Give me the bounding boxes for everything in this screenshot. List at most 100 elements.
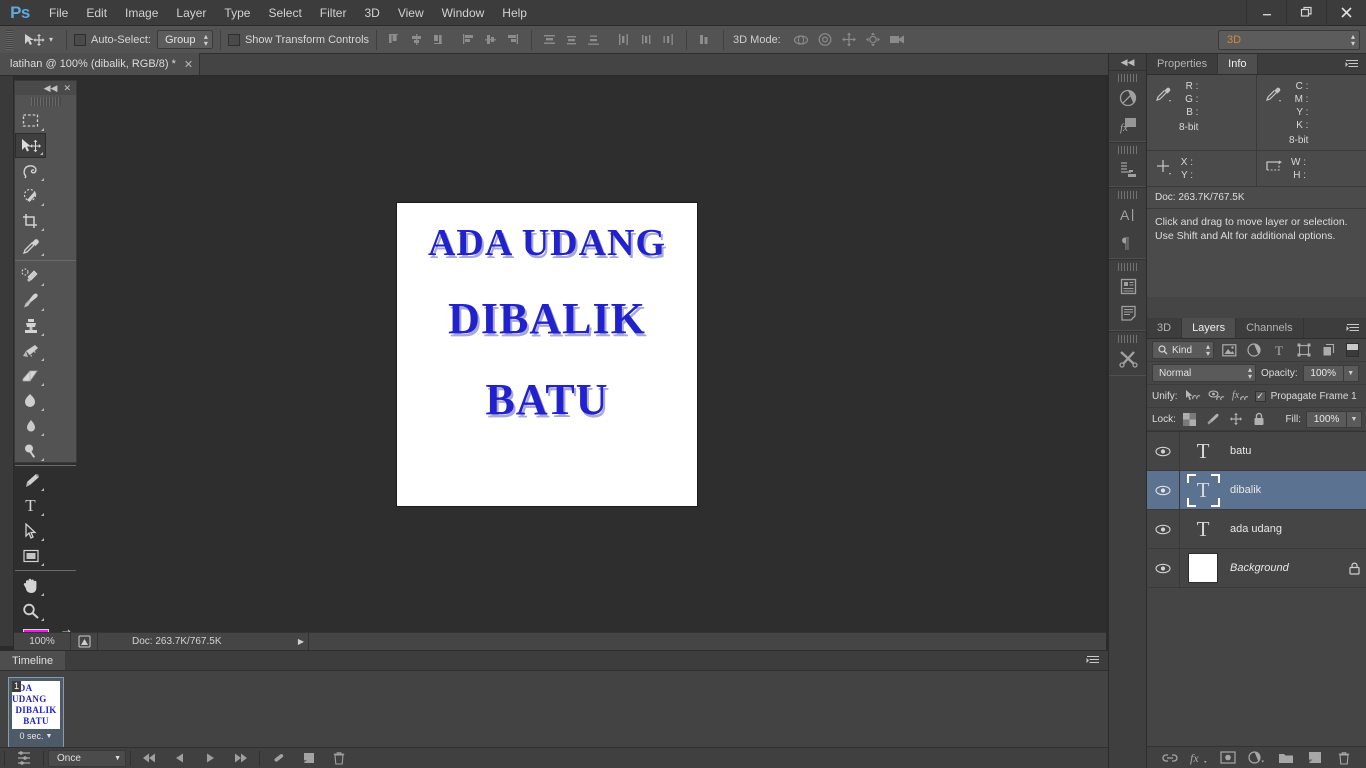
tool-move[interactable]	[15, 133, 46, 158]
minimize-button[interactable]	[1246, 0, 1286, 26]
tween-frames-button[interactable]	[264, 748, 294, 768]
menu-image[interactable]: Image	[116, 2, 167, 24]
align-horizontal-centers-button[interactable]	[406, 30, 428, 50]
tool-clone-stamp[interactable]	[15, 313, 46, 338]
new-layer-button[interactable]	[1302, 747, 1329, 768]
animation-frame-1[interactable]: 1 ADA UDANG DIBALIK BATU 0 sec. ▼	[8, 677, 64, 748]
tool-horizontal-type[interactable]: T	[15, 493, 46, 518]
tab-info[interactable]: Info	[1218, 54, 1258, 74]
tool-crop[interactable]	[15, 208, 46, 233]
history-icon[interactable]	[1109, 156, 1147, 183]
auto-select-scope-select[interactable]: Group ▴ ▾	[156, 30, 213, 49]
unify-visibility-icon[interactable]	[1207, 389, 1226, 403]
adjustments-icon[interactable]	[1109, 84, 1147, 111]
artboard[interactable]: ADA UDANG DIBALIK BATU	[397, 203, 697, 506]
3d-slide-icon[interactable]	[861, 30, 885, 50]
align-vertical-centers-button[interactable]	[480, 30, 502, 50]
pixel-layers-filter-icon[interactable]	[1219, 343, 1239, 357]
timeline-panel-menu-icon[interactable]	[1078, 651, 1108, 670]
layer-thumbnail[interactable]	[1180, 549, 1226, 588]
tool-quick-selection[interactable]	[15, 183, 46, 208]
layer-thumbnail[interactable]: T	[1180, 510, 1226, 549]
show-transform-controls-checkbox[interactable]	[227, 33, 240, 46]
distribute-horizontal-centers-button[interactable]	[635, 30, 657, 50]
layer-kind-filter-select[interactable]: Kind ▴ ▾	[1152, 341, 1214, 359]
layer-visibility-toggle[interactable]	[1147, 470, 1180, 510]
filter-toggle-switch[interactable]	[1346, 343, 1359, 357]
align-bottom-edges-button[interactable]	[502, 30, 524, 50]
lock-position-icon[interactable]	[1227, 412, 1245, 426]
frame-delay-selector[interactable]: 0 sec. ▼	[20, 729, 53, 743]
select-next-frame-button[interactable]	[225, 748, 255, 768]
fill-input[interactable]: 100%	[1306, 410, 1347, 428]
canvas-area[interactable]: ADA UDANG DIBALIK BATU	[14, 76, 1106, 632]
menu-help[interactable]: Help	[493, 2, 536, 24]
restore-button[interactable]	[1286, 0, 1326, 26]
tool-rectangular-marquee[interactable]	[15, 108, 46, 133]
styles-icon[interactable]: fx	[1109, 111, 1147, 138]
tool-path-selection[interactable]	[15, 518, 46, 543]
unify-position-icon[interactable]	[1183, 389, 1202, 403]
tab-layers[interactable]: Layers	[1182, 318, 1237, 338]
delete-frame-button[interactable]	[324, 748, 354, 768]
menu-filter[interactable]: Filter	[311, 2, 356, 24]
paragraph-icon[interactable]: ¶	[1109, 228, 1147, 255]
new-adjustment-layer-button[interactable]	[1244, 747, 1271, 768]
fill-chevron-down-icon[interactable]: ▼	[1347, 410, 1362, 428]
tool-eyedropper[interactable]	[15, 233, 46, 258]
shape-layers-filter-icon[interactable]	[1294, 343, 1314, 357]
document-tab-latihan[interactable]: latihan @ 100% (dibalik, RGB/8) * ✕	[0, 53, 201, 75]
looping-option-select[interactable]: Once ▼	[48, 749, 126, 767]
distribute-bottom-edges-button[interactable]	[583, 30, 605, 50]
info-panel-menu-icon[interactable]	[1338, 54, 1366, 74]
tool-zoom[interactable]	[15, 598, 46, 623]
unify-style-icon[interactable]: fx	[1231, 389, 1250, 403]
tool-blur[interactable]	[15, 413, 46, 438]
align-left-edges-button[interactable]	[384, 30, 406, 50]
notes-icon[interactable]	[1109, 300, 1147, 327]
3d-pan-icon[interactable]	[837, 30, 861, 50]
distribute-top-edges-button[interactable]	[539, 30, 561, 50]
tab-3d[interactable]: 3D	[1147, 318, 1183, 338]
dock-collapse-icon[interactable]: ◀◀	[1109, 54, 1146, 70]
tool-dodge[interactable]	[15, 438, 46, 463]
layer-row-dibalik[interactable]: T dibalik	[1147, 470, 1366, 510]
menu-edit[interactable]: Edit	[77, 2, 116, 24]
tab-properties[interactable]: Properties	[1147, 54, 1219, 74]
menu-file[interactable]: File	[40, 2, 77, 24]
opacity-input[interactable]: 100%	[1302, 364, 1344, 382]
workspace-selector[interactable]: 3D ▴ ▾	[1218, 29, 1360, 50]
tool-rectangle[interactable]	[15, 543, 46, 568]
lock-all-icon[interactable]	[1250, 412, 1268, 426]
timeline-frames-area[interactable]: 1 ADA UDANG DIBALIK BATU 0 sec. ▼	[0, 671, 1108, 748]
distribute-vertical-centers-button[interactable]	[561, 30, 583, 50]
layer-name[interactable]: Background	[1226, 562, 1341, 574]
layer-name[interactable]: batu	[1226, 445, 1341, 457]
align-right-edges-button[interactable]	[428, 30, 450, 50]
auto-select-checkbox[interactable]	[74, 33, 87, 46]
tool-presets-icon[interactable]	[1109, 345, 1147, 372]
duplicate-frame-button[interactable]	[294, 748, 324, 768]
menu-select[interactable]: Select	[259, 2, 310, 24]
layer-visibility-toggle[interactable]	[1147, 431, 1180, 471]
distribute-right-edges-button[interactable]	[657, 30, 679, 50]
layer-style-button[interactable]: fx	[1186, 747, 1213, 768]
layer-comps-icon[interactable]	[1109, 273, 1147, 300]
layer-row-background[interactable]: Background	[1147, 548, 1366, 588]
tool-pen[interactable]	[15, 468, 46, 493]
tool-lasso[interactable]	[15, 158, 46, 183]
document-preview-icon[interactable]	[71, 635, 97, 648]
tool-gradient[interactable]	[15, 388, 46, 413]
options-bar-grip[interactable]	[6, 29, 13, 50]
layers-panel-menu-icon[interactable]	[1339, 318, 1366, 338]
3d-orbit-icon[interactable]	[789, 30, 813, 50]
play-animation-button[interactable]	[195, 748, 225, 768]
tool-preset-picker[interactable]: ▾	[17, 32, 59, 48]
distribute-left-edges-button[interactable]	[613, 30, 635, 50]
layer-name[interactable]: dibalik	[1226, 484, 1341, 496]
type-layers-filter-icon[interactable]: T	[1269, 344, 1289, 357]
layer-mask-button[interactable]	[1215, 747, 1242, 768]
layer-visibility-toggle[interactable]	[1147, 509, 1180, 549]
select-previous-frame-button[interactable]	[165, 748, 195, 768]
tool-brush[interactable]	[15, 288, 46, 313]
